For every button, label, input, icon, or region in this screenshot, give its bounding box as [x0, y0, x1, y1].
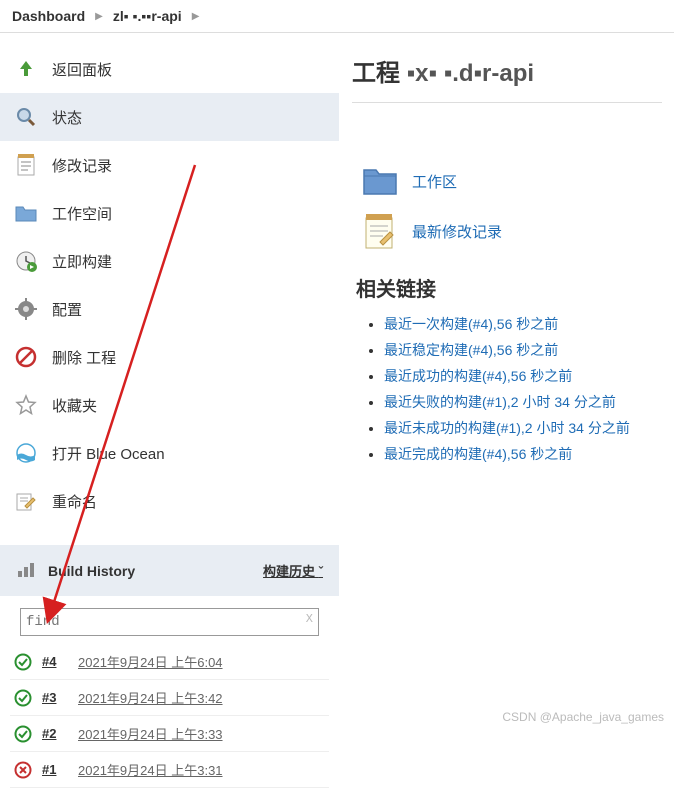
related-link-item: 最近完成的构建(#4),56 秒之前 — [384, 444, 662, 464]
build-history-trend-link[interactable]: 构建历史 ˇ — [263, 561, 323, 580]
sidebar-item-configure[interactable]: 配置 — [0, 285, 339, 333]
trend-icon — [16, 559, 38, 582]
related-link-item: 最近未成功的构建(#1),2 小时 34 分之前 — [384, 418, 662, 438]
notepad-icon — [362, 213, 398, 249]
edit-icon — [14, 489, 38, 513]
gear-icon — [14, 297, 38, 321]
sidebar-item-rename[interactable]: 重命名 — [0, 477, 339, 525]
recent-changes-link-row: 最新修改记录 — [362, 213, 662, 249]
related-link[interactable]: 最近一次构建(#4),56 秒之前 — [384, 316, 558, 332]
workspace-link-row: 工作区 — [362, 163, 662, 199]
build-list: #4 2021年9月24日 上午6:04 #3 2021年9月24日 上午3:4… — [0, 644, 339, 788]
breadcrumb-project[interactable]: zl▪ ▪.▪▪r-api — [113, 8, 182, 24]
build-search-input[interactable] — [20, 608, 319, 636]
folder-icon — [362, 163, 398, 199]
success-icon — [14, 689, 32, 707]
sidebar-item-back[interactable]: 返回面板 — [0, 45, 339, 93]
up-arrow-icon — [14, 57, 38, 81]
chevron-right-icon: ▶ — [192, 11, 200, 22]
success-icon — [14, 653, 32, 671]
build-time[interactable]: 2021年9月24日 上午3:31 — [78, 760, 223, 779]
success-icon — [14, 725, 32, 743]
sidebar-item-label: 删除 工程 — [52, 347, 116, 368]
sidebar-item-changes[interactable]: 修改记录 — [0, 141, 339, 189]
sidebar-item-label: 配置 — [52, 299, 82, 320]
build-time[interactable]: 2021年9月24日 上午6:04 — [78, 652, 223, 671]
related-link[interactable]: 最近稳定构建(#4),56 秒之前 — [384, 342, 558, 358]
sidebar-item-label: 打开 Blue Ocean — [52, 443, 165, 464]
sidebar-item-favorite[interactable]: 收藏夹 — [0, 381, 339, 429]
sidebar-item-build-now[interactable]: 立即构建 — [0, 237, 339, 285]
watermark: CSDN @Apache_java_games — [502, 710, 664, 724]
sidebar-item-label: 重命名 — [52, 491, 97, 512]
build-row[interactable]: #4 2021年9月24日 上午6:04 — [10, 644, 329, 680]
build-row[interactable]: #1 2021年9月24日 上午3:31 — [10, 752, 329, 788]
main-content: 工程 ▪x▪ ▪.d▪r-api 工作区 最新修改记录 相关链接 最近一次构建(… — [340, 33, 674, 727]
build-number[interactable]: #2 — [42, 726, 68, 741]
related-link[interactable]: 最近失败的构建(#1),2 小时 34 分之前 — [384, 394, 616, 410]
build-search: X — [8, 600, 331, 644]
build-time[interactable]: 2021年9月24日 上午3:42 — [78, 688, 223, 707]
clock-play-icon — [14, 249, 38, 273]
page-title: 工程 ▪x▪ ▪.d▪r-api — [352, 53, 662, 103]
star-icon — [14, 393, 38, 417]
notes-icon — [14, 153, 38, 177]
chevron-right-icon: ▶ — [95, 11, 103, 22]
sidebar-item-delete[interactable]: 删除 工程 — [0, 333, 339, 381]
sidebar-item-label: 返回面板 — [52, 59, 112, 80]
related-links-list: 最近一次构建(#4),56 秒之前最近稳定构建(#4),56 秒之前最近成功的构… — [384, 314, 662, 464]
build-history-header: Build History 构建历史 ˇ — [0, 545, 339, 596]
sidebar-item-blue-ocean[interactable]: 打开 Blue Ocean — [0, 429, 339, 477]
breadcrumb: Dashboard ▶ zl▪ ▪.▪▪r-api ▶ — [0, 0, 674, 33]
sidebar: 返回面板 状态 修改记录 工作空间 — [0, 33, 340, 727]
recent-changes-link[interactable]: 最新修改记录 — [412, 221, 502, 242]
workspace-link[interactable]: 工作区 — [412, 171, 457, 192]
sidebar-item-label: 工作空间 — [52, 203, 112, 224]
related-link[interactable]: 最近完成的构建(#4),56 秒之前 — [384, 446, 572, 462]
related-link-item: 最近一次构建(#4),56 秒之前 — [384, 314, 662, 334]
build-number[interactable]: #1 — [42, 762, 68, 777]
related-link[interactable]: 最近未成功的构建(#1),2 小时 34 分之前 — [384, 420, 630, 436]
related-link-item: 最近成功的构建(#4),56 秒之前 — [384, 366, 662, 386]
build-row[interactable]: #3 2021年9月24日 上午3:42 — [10, 680, 329, 716]
clear-icon[interactable]: X — [306, 612, 313, 626]
blue-ocean-icon — [14, 441, 38, 465]
build-number[interactable]: #4 — [42, 654, 68, 669]
build-row[interactable]: #2 2021年9月24日 上午3:33 — [10, 716, 329, 752]
folder-icon — [14, 201, 38, 225]
related-link-item: 最近稳定构建(#4),56 秒之前 — [384, 340, 662, 360]
sidebar-item-label: 状态 — [52, 107, 82, 128]
sidebar-item-label: 修改记录 — [52, 155, 112, 176]
sidebar-item-label: 收藏夹 — [52, 395, 97, 416]
sidebar-item-workspace[interactable]: 工作空间 — [0, 189, 339, 237]
breadcrumb-dashboard[interactable]: Dashboard — [12, 8, 85, 24]
build-number[interactable]: #3 — [42, 690, 68, 705]
sidebar-item-status[interactable]: 状态 — [0, 93, 339, 141]
fail-icon — [14, 761, 32, 779]
related-links-header: 相关链接 — [356, 273, 662, 302]
build-time[interactable]: 2021年9月24日 上午3:33 — [78, 724, 223, 743]
search-icon — [14, 105, 38, 129]
build-history-title: Build History — [48, 563, 135, 579]
delete-icon — [14, 345, 38, 369]
related-link[interactable]: 最近成功的构建(#4),56 秒之前 — [384, 368, 572, 384]
related-link-item: 最近失败的构建(#1),2 小时 34 分之前 — [384, 392, 662, 412]
sidebar-item-label: 立即构建 — [52, 251, 112, 272]
